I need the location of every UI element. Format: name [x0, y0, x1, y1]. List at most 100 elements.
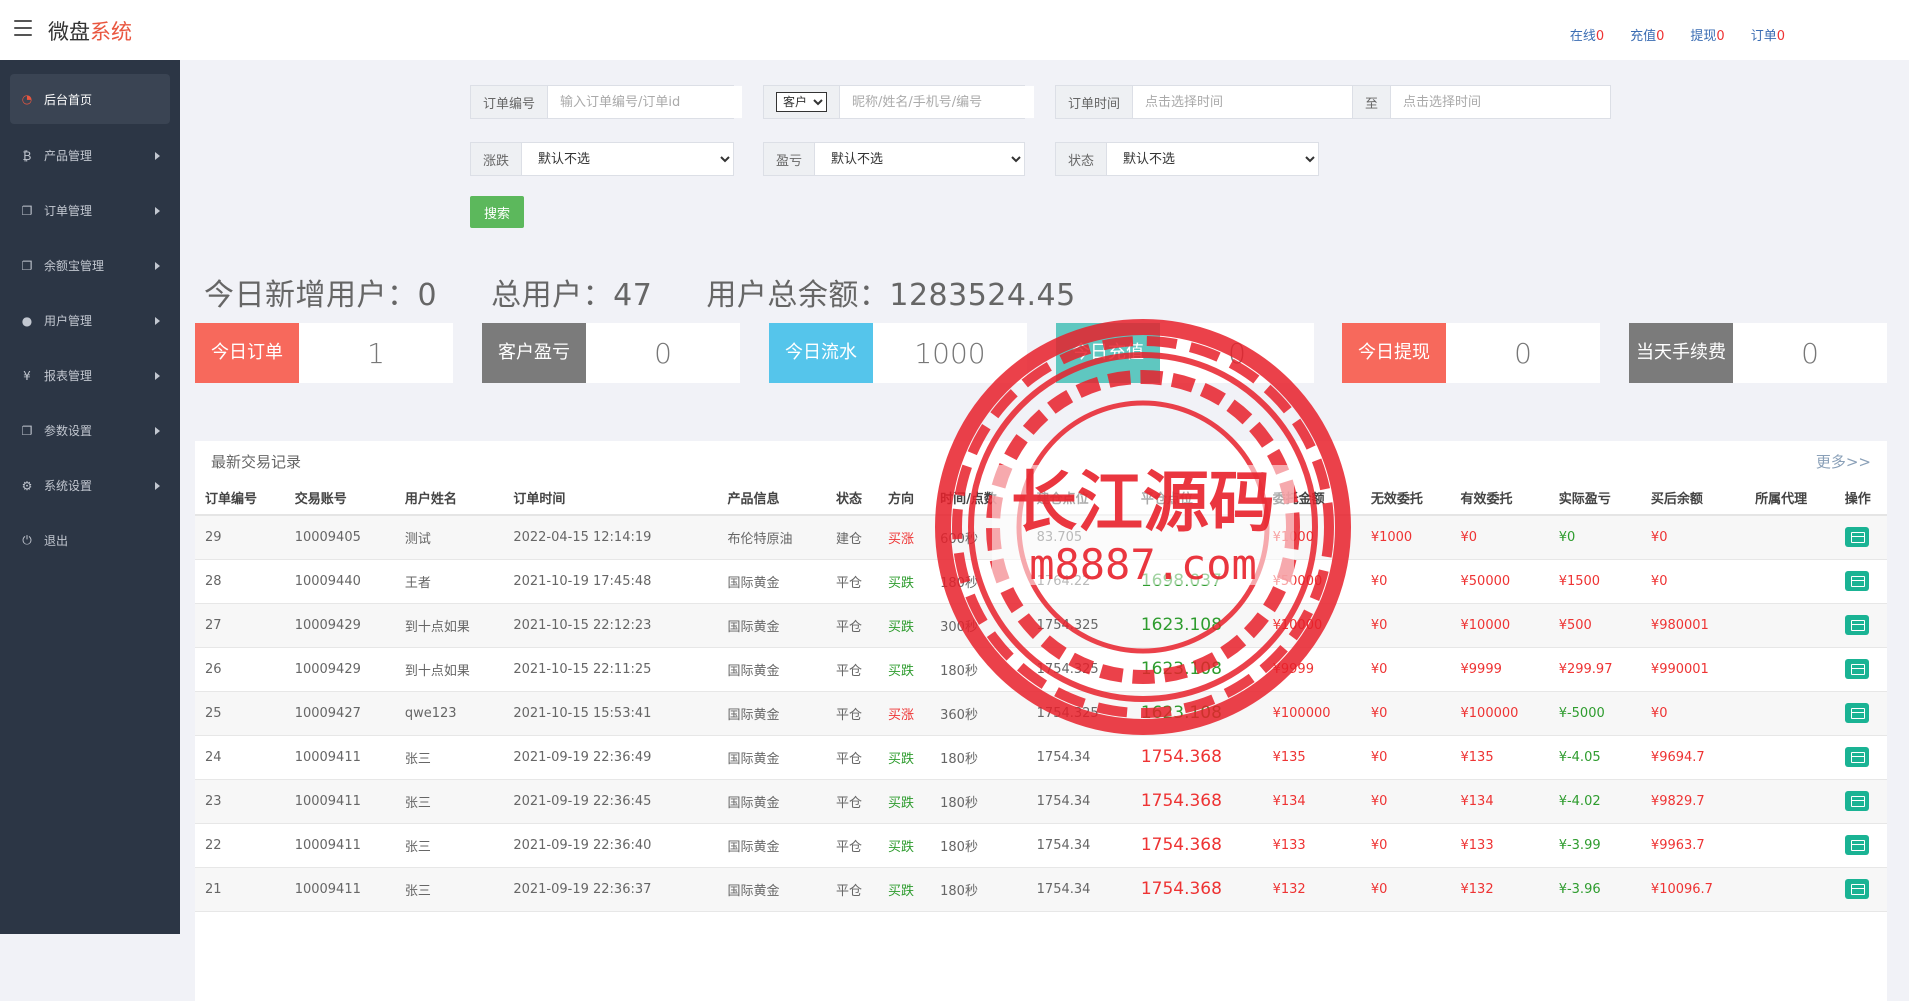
customer-input[interactable] — [840, 86, 1034, 118]
gears-icon: ⚙ — [21, 478, 33, 493]
status-filter: 状态 默认不选 — [1055, 142, 1319, 176]
cell-pl: ¥-4.05 — [1548, 735, 1641, 780]
view-detail-button[interactable] — [1844, 703, 1869, 723]
view-detail-button[interactable] — [1844, 527, 1869, 548]
cell-balance: ¥980001 — [1640, 603, 1746, 648]
column-header: 操作 — [1834, 481, 1887, 516]
cell-open: 1754.325 — [1026, 647, 1131, 692]
cell-close: 1623.108 — [1130, 691, 1263, 736]
power-icon: ⏻ — [22, 533, 32, 547]
menu-toggle-icon[interactable] — [14, 20, 32, 36]
table-row: 28 10009440 王者 2021-10-19 17:45:48 国际黄金 平仓 买跌 1… — [195, 559, 1887, 604]
cell-amount: ¥100000 — [1262, 691, 1361, 736]
column-header: 产品信息 — [717, 481, 826, 516]
view-detail-button[interactable] — [1844, 879, 1869, 899]
cell-dir: 买跌 — [878, 603, 931, 648]
cell-invalid: ¥0 — [1360, 823, 1451, 868]
sidebar-item-params[interactable]: ❐ 参数设置 — [0, 403, 180, 458]
trades-panel: 最新交易记录 更多>> 订单编号 交易账号 用户姓名 订单时间 产品信息 状态 方向 时间/点… — [195, 441, 1887, 1001]
cell-agent — [1745, 515, 1835, 560]
view-detail-button[interactable] — [1844, 571, 1869, 591]
order-time-label: 订单时间 — [1056, 86, 1134, 118]
sidebar-item-system[interactable]: ⚙ 系统设置 — [0, 458, 180, 513]
cell-agent — [1745, 823, 1835, 868]
card-value: 1000 — [914, 336, 986, 370]
cell-dir: 买涨 — [878, 515, 931, 560]
view-detail-button[interactable] — [1844, 615, 1869, 635]
brand-logo: 微盘系统 — [48, 16, 132, 46]
profit-select[interactable]: 默认不选 — [815, 143, 1024, 175]
cell-open: 1754.34 — [1026, 779, 1131, 824]
sidebar-item-dashboard[interactable]: ◔ 后台首页 — [10, 74, 170, 124]
table-row: 22 10009411 张三 2021-09-19 22:36:40 国际黄金 平仓 买跌 1… — [195, 823, 1887, 868]
cell-agent — [1745, 779, 1835, 824]
view-detail-button[interactable] — [1844, 747, 1869, 767]
top-bar: 微盘系统 在线0 充值0 提现0 订单0 — [0, 0, 1909, 60]
status-label: 状态 — [1056, 143, 1108, 175]
sidebar-item-users[interactable]: ● 用户管理 — [0, 293, 180, 348]
card-label: 今日 流水 — [769, 323, 873, 383]
sidebar-item-orders[interactable]: ❐ 订单管理 — [0, 183, 180, 238]
cell-pl: ¥0 — [1548, 515, 1641, 560]
withdraw-link[interactable]: 提现0 — [1690, 25, 1724, 44]
cell-invalid: ¥0 — [1360, 779, 1451, 824]
cell-id: 21 — [195, 867, 285, 912]
cell-account: 10009411 — [284, 735, 395, 780]
more-link[interactable]: 更多>> — [1816, 451, 1871, 472]
cell-period: 180秒 — [930, 647, 1027, 692]
cell-close: 1754.368 — [1130, 823, 1263, 868]
cell-time: 2021-10-15 22:11:25 — [503, 647, 718, 692]
cell-invalid: ¥0 — [1360, 867, 1451, 912]
table-row: 21 10009411 张三 2021-09-19 22:36:37 国际黄金 平仓 买跌 1… — [195, 867, 1887, 912]
cell-dir: 买跌 — [878, 779, 931, 824]
cell-pl: ¥500 — [1548, 603, 1641, 648]
sidebar-item-products[interactable]: ₿ 产品管理 — [0, 128, 180, 183]
cell-dir: 买跌 — [878, 647, 931, 692]
time-end-input[interactable] — [1391, 86, 1610, 118]
view-detail-button[interactable] — [1844, 835, 1869, 855]
view-detail-button[interactable] — [1844, 791, 1869, 811]
column-header: 用户姓名 — [394, 481, 504, 516]
online-link[interactable]: 在线0 — [1570, 25, 1604, 44]
cell-invalid: ¥0 — [1360, 603, 1451, 648]
copy-icon: ❐ — [21, 203, 33, 218]
recharge-link[interactable]: 充值0 — [1630, 25, 1664, 44]
cell-close: 1623.108 — [1130, 647, 1263, 692]
sidebar-item-yuebao[interactable]: ❐ 余额宝管理 — [0, 238, 180, 293]
cell-valid: ¥134 — [1450, 779, 1549, 824]
column-header: 无效委托 — [1360, 481, 1451, 516]
customer-type-select[interactable]: 客户 — [776, 92, 827, 112]
sidebar-item-label: 用户管理 — [44, 314, 93, 328]
view-detail-button[interactable] — [1844, 659, 1869, 679]
sidebar-item-logout[interactable]: ⏻ 退出 — [0, 513, 180, 568]
table-header-row: 订单编号 交易账号 用户姓名 订单时间 产品信息 状态 方向 时间/点数 建仓点位 平仓点位 委托金… — [195, 481, 1887, 516]
cell-status: 平仓 — [825, 603, 879, 648]
cell-valid: ¥50000 — [1450, 559, 1549, 604]
cell-op — [1834, 515, 1887, 560]
sidebar-item-label: 后台首页 — [44, 92, 93, 107]
orders-link[interactable]: 订单0 — [1751, 25, 1785, 44]
sidebar-item-reports[interactable]: ¥ 报表管理 — [0, 348, 180, 403]
cell-time: 2021-10-15 15:53:41 — [503, 691, 718, 736]
cell-period: 180秒 — [930, 559, 1027, 604]
search-button[interactable]: 搜索 — [470, 196, 524, 228]
cell-period: 180秒 — [930, 823, 1027, 868]
cell-id: 26 — [195, 647, 285, 692]
order-no-input[interactable] — [548, 86, 743, 118]
cell-product: 国际黄金 — [717, 647, 826, 692]
cell-op — [1834, 647, 1887, 692]
cell-name: 测试 — [394, 515, 504, 560]
cell-invalid: ¥0 — [1360, 647, 1451, 692]
cell-id: 28 — [195, 559, 285, 604]
rise-fall-select[interactable]: 默认不选 — [522, 143, 733, 175]
cell-dir: 买跌 — [878, 735, 931, 780]
card-today-recharge: 今日 充值 0 — [1056, 323, 1314, 383]
card-value: 1 — [367, 336, 385, 370]
time-start-input[interactable] — [1133, 86, 1352, 118]
cell-valid: ¥100000 — [1450, 691, 1549, 736]
cell-pl: ¥-5000 — [1548, 691, 1641, 736]
cell-close: 1754.368 — [1130, 735, 1263, 780]
status-select[interactable]: 默认不选 — [1107, 143, 1318, 175]
cell-op — [1834, 867, 1887, 912]
cell-dir: 买跌 — [878, 867, 931, 912]
